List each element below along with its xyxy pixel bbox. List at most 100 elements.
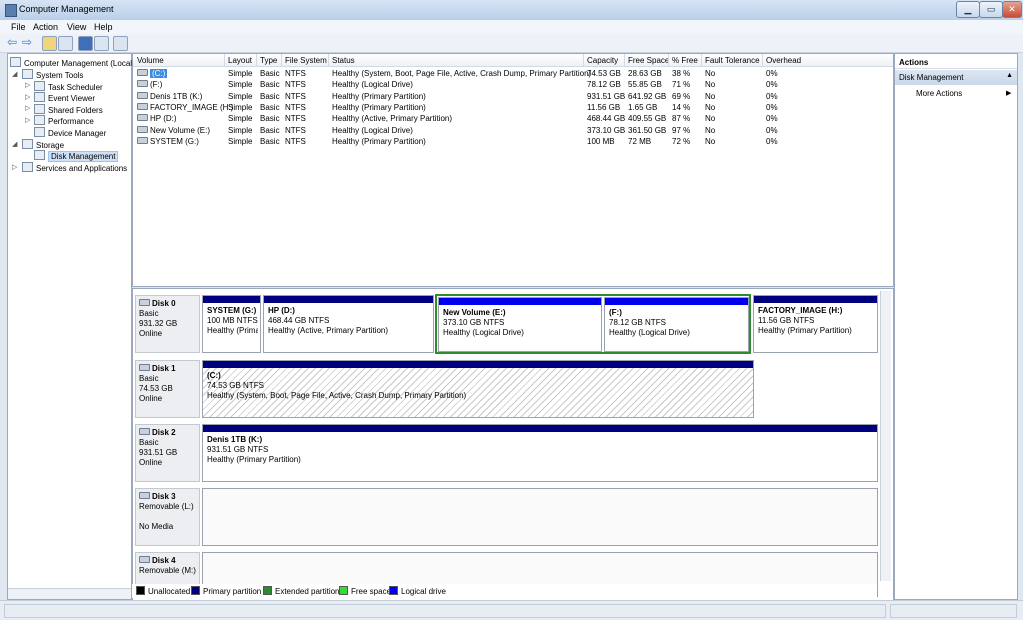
table-cell: No <box>705 114 716 124</box>
tree-item-root[interactable]: Computer Management (Local <box>10 57 132 68</box>
tree-item-performance[interactable]: Performance <box>34 115 94 126</box>
col-type[interactable]: Type <box>260 56 277 65</box>
maximize-button[interactable]: ▭ <box>979 1 1003 18</box>
menu-action[interactable]: Action <box>33 22 58 32</box>
table-cell: (C:) <box>137 69 168 78</box>
collapse-section-icon[interactable]: ▲ <box>1006 72 1013 79</box>
help-icon[interactable] <box>78 36 93 51</box>
expand-arrow-icon[interactable]: ◢ <box>12 140 17 148</box>
tree-horizontal-scrollbar[interactable] <box>8 588 131 599</box>
disk-1-label[interactable]: Disk 1 Basic 74.53 GB Online <box>135 360 200 418</box>
tree-item-shared-folders[interactable]: Shared Folders <box>34 104 103 115</box>
table-cell: SYSTEM (G:) <box>137 136 199 146</box>
table-cell: 0% <box>766 91 778 101</box>
table-cell: No <box>705 69 716 78</box>
table-cell: Basic <box>260 125 280 135</box>
collapse-arrow-icon[interactable]: ▷ <box>25 116 30 124</box>
table-row[interactable]: (F:) Simple Basic NTFS Healthy (Logical Driv… <box>133 79 893 90</box>
col-fault-tolerance[interactable]: Fault Tolerance <box>705 56 760 65</box>
col-status[interactable]: Status <box>332 56 355 65</box>
partition-factory-image-h[interactable]: FACTORY_IMAGE (H:) 11.56 GB NTFS Healthy (… <box>753 295 878 353</box>
menu-help[interactable]: Help <box>94 22 113 32</box>
table-cell: Basic <box>260 136 280 146</box>
volume-drive-icon <box>137 136 148 144</box>
minimize-button[interactable]: ▁ <box>956 1 980 18</box>
table-row[interactable]: SYSTEM (G:) Simple Basic NTFS Healthy (Prima… <box>133 136 893 147</box>
expand-arrow-icon[interactable]: ◢ <box>12 70 17 78</box>
partition-new-volume-e[interactable]: New Volume (E:) 373.10 GB NTFS Healthy (Lo… <box>438 297 602 352</box>
col-capacity[interactable]: Capacity <box>587 56 618 65</box>
extra-view-icon[interactable] <box>113 36 128 51</box>
disk-icon <box>139 364 150 371</box>
table-cell: 11.56 GB <box>587 102 621 112</box>
menu-view[interactable]: View <box>67 22 86 32</box>
table-cell: NTFS <box>285 102 306 112</box>
partition-system-g[interactable]: SYSTEM (G:) 100 MB NTFS Healthy (Prima <box>202 295 261 353</box>
window-title: Computer Management <box>19 4 114 14</box>
legend-extended: Extended partition <box>263 586 340 596</box>
disk-3-label[interactable]: Disk 3 Removable (L:) No Media <box>135 488 200 546</box>
legend-unallocated: Unallocated <box>136 586 190 596</box>
disk-view-vertical-scrollbar[interactable] <box>880 291 891 581</box>
table-cell: Healthy (Primary Partition) <box>332 136 426 146</box>
shared-folder-icon <box>34 104 45 114</box>
volume-drive-icon <box>137 80 148 88</box>
tree-item-event-viewer[interactable]: Event Viewer <box>34 92 95 103</box>
table-row[interactable]: HP (D:) Simple Basic NTFS Healthy (Active, P… <box>133 113 893 124</box>
partition-f[interactable]: (F:) 78.12 GB NTFS Healthy (Logical Drive) <box>604 297 749 352</box>
status-panel-right <box>890 604 1017 618</box>
table-cell: 641.92 GB <box>628 91 667 101</box>
tree-item-device-manager[interactable]: Device Manager <box>34 127 106 138</box>
collapse-arrow-icon[interactable]: ▷ <box>25 93 30 101</box>
table-row[interactable]: Denis 1TB (K:) Simple Basic NTFS Healthy (Pr… <box>133 91 893 102</box>
table-cell: Simple <box>228 69 253 78</box>
partition-hp-d[interactable]: HP (D:) 468.44 GB NTFS Healthy (Active, Pr… <box>263 295 434 353</box>
tree-item-disk-management[interactable]: Disk Management <box>34 150 119 162</box>
col-layout[interactable]: Layout <box>228 56 252 65</box>
tree-item-storage[interactable]: Storage <box>22 139 64 150</box>
table-cell: 0% <box>766 136 778 146</box>
disk-3-empty-area[interactable] <box>202 488 878 546</box>
table-cell: 14 % <box>672 102 691 112</box>
table-cell: Simple <box>228 114 253 124</box>
computer-icon <box>10 57 21 67</box>
more-actions-link[interactable]: More Actions <box>916 89 962 98</box>
table-cell: No <box>705 91 716 101</box>
partition-c[interactable]: (C:) 74.53 GB NTFS Healthy (System, Boot, … <box>202 360 754 418</box>
collapse-arrow-icon[interactable]: ▷ <box>25 81 30 89</box>
tree-item-system-tools[interactable]: System Tools <box>22 69 83 80</box>
col-overhead[interactable]: Overhead <box>766 56 801 65</box>
table-cell: 72 MB <box>628 136 652 146</box>
table-cell: Healthy (Primary Partition) <box>332 102 426 112</box>
menu-file[interactable]: File <box>11 22 26 32</box>
services-icon <box>22 162 33 172</box>
col-volume[interactable]: Volume <box>137 56 164 65</box>
close-button[interactable]: ✕ <box>1002 1 1022 18</box>
table-cell: 0% <box>766 69 778 78</box>
col-file-system[interactable]: File System <box>285 56 327 65</box>
disk-0-label[interactable]: Disk 0 Basic 931.32 GB Online <box>135 295 200 353</box>
table-cell: 72 % <box>672 136 691 146</box>
volume-drive-icon <box>137 69 148 76</box>
table-cell: NTFS <box>285 136 306 146</box>
up-folder-icon[interactable] <box>42 36 57 51</box>
forward-arrow-icon[interactable]: ⇨ <box>22 36 32 49</box>
actions-section-disk-management[interactable]: Disk Management ▲ <box>895 70 1017 85</box>
table-row[interactable]: (C:) Simple Basic NTFS Healthy (System, Boot… <box>133 68 893 79</box>
title-bar: Computer Management ▁ ▭ ✕ <box>0 0 1023 20</box>
col-percent-free[interactable]: % Free <box>672 56 698 65</box>
col-free-space[interactable]: Free Space <box>628 56 669 65</box>
disk-2-label[interactable]: Disk 2 Basic 931.51 GB Online <box>135 424 200 482</box>
collapse-arrow-icon[interactable]: ▷ <box>12 163 17 171</box>
tree-item-services[interactable]: Services and Applications <box>22 162 127 173</box>
table-row[interactable]: FACTORY_IMAGE (H:) Simple Basic NTFS Healthy… <box>133 102 893 113</box>
back-arrow-icon[interactable]: ⇦ <box>7 36 17 49</box>
table-cell: NTFS <box>285 69 306 78</box>
partition-denis-k[interactable]: Denis 1TB (K:) 931.51 GB NTFS Healthy (Pri… <box>202 424 878 482</box>
collapse-arrow-icon[interactable]: ▷ <box>25 104 30 112</box>
tree-item-task-scheduler[interactable]: Task Scheduler <box>34 81 103 92</box>
table-row[interactable]: New Volume (E:) Simple Basic NTFS Healthy (L… <box>133 125 893 136</box>
properties-icon[interactable] <box>94 36 109 51</box>
show-hide-console-tree-icon[interactable] <box>58 36 73 51</box>
table-cell: No <box>705 136 716 146</box>
